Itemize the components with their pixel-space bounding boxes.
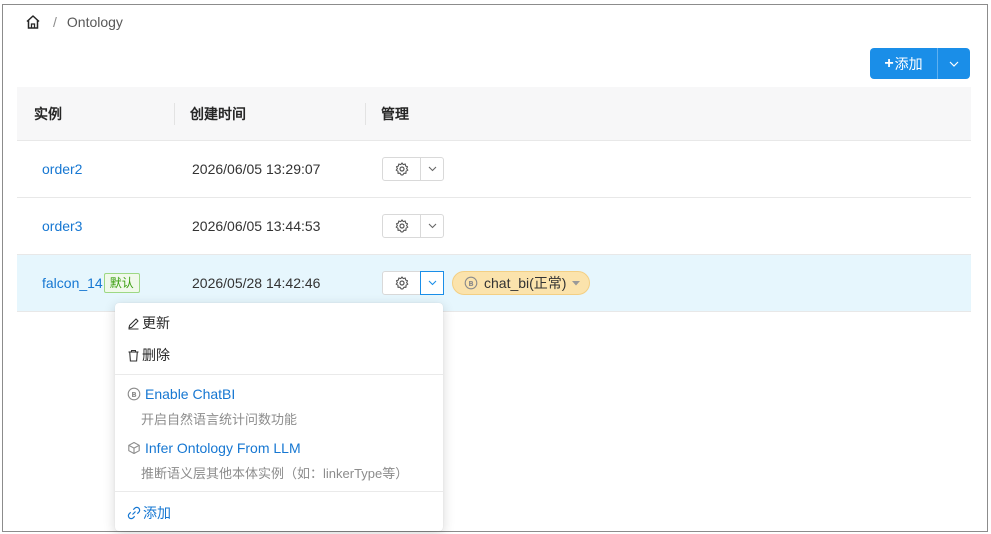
trash-icon — [128, 349, 139, 362]
chevron-down-icon — [428, 166, 436, 172]
menu-item-update[interactable]: 更新 — [127, 313, 170, 333]
manage-button-group — [382, 157, 444, 181]
add-button-group: + 添加 — [870, 48, 970, 79]
manage-dropdown-button[interactable] — [421, 215, 443, 237]
edit-icon — [128, 317, 139, 329]
breadcrumb: / Ontology — [25, 13, 123, 31]
created-time: 2026/06/05 13:29:07 — [192, 161, 321, 177]
created-time: 2026/05/28 14:42:46 — [192, 275, 321, 291]
cube-icon — [128, 441, 140, 455]
chatbi-icon: B — [464, 276, 478, 290]
column-divider — [174, 103, 175, 125]
created-time: 2026/06/05 13:44:53 — [192, 218, 321, 234]
caret-down-icon — [572, 280, 581, 285]
instance-link[interactable]: order2 — [42, 161, 82, 177]
page-frame: / Ontology + 添加 实例 创建时间 管理 order2 2026/0… — [2, 4, 988, 532]
gear-icon — [395, 276, 408, 290]
menu-item-update-label: 更新 — [142, 315, 170, 331]
breadcrumb-current: Ontology — [66, 14, 123, 30]
table-header: 实例 创建时间 管理 — [17, 87, 971, 141]
column-header-instance: 实例 — [34, 106, 62, 122]
chevron-down-icon — [428, 223, 436, 229]
chevron-down-icon — [949, 61, 959, 67]
settings-button[interactable] — [383, 215, 421, 237]
instance-link[interactable]: falcon_14 — [42, 275, 103, 291]
link-icon — [127, 506, 141, 520]
menu-item-delete-label: 删除 — [142, 347, 170, 363]
add-button[interactable]: + 添加 — [870, 48, 938, 79]
manage-dropdown-menu: 更新 删除 B Enable ChatBI 开启自然语言统计问数功能 Infer… — [115, 303, 443, 531]
settings-button[interactable] — [383, 272, 421, 294]
table-row: order3 2026/06/05 13:44:53 — [17, 198, 971, 255]
menu-item-infer-ontology[interactable]: Infer Ontology From LLM — [127, 440, 301, 456]
menu-item-add[interactable]: 添加 — [127, 503, 171, 523]
manage-dropdown-button[interactable] — [420, 271, 444, 295]
menu-divider — [115, 491, 443, 492]
svg-text:B: B — [131, 391, 136, 399]
manage-dropdown-button[interactable] — [421, 158, 443, 180]
instances-table: 实例 创建时间 管理 order2 2026/06/05 13:29:07 or… — [17, 87, 971, 312]
chatbi-status-tag[interactable]: B chat_bi(正常) — [452, 271, 591, 295]
home-icon[interactable] — [25, 14, 41, 30]
default-badge: 默认 — [103, 273, 140, 293]
menu-divider — [115, 374, 443, 375]
menu-item-enable-chatbi[interactable]: B Enable ChatBI — [127, 386, 235, 402]
add-button-label: 添加 — [894, 55, 923, 72]
breadcrumb-separator: / — [53, 14, 57, 30]
settings-button[interactable] — [383, 158, 421, 180]
menu-item-enable-chatbi-label: Enable ChatBI — [145, 386, 236, 402]
svg-text:B: B — [468, 280, 473, 288]
manage-button-group — [382, 271, 444, 295]
instance-link[interactable]: order3 — [42, 218, 82, 234]
manage-button-group — [382, 214, 444, 238]
chatbi-status-label: chat_bi(正常) — [484, 275, 567, 291]
column-header-created: 创建时间 — [190, 106, 246, 122]
chevron-down-icon — [428, 280, 436, 286]
menu-item-add-label: 添加 — [143, 505, 171, 521]
chatbi-icon: B — [127, 387, 141, 401]
table-row: order2 2026/06/05 13:29:07 — [17, 141, 971, 198]
menu-item-enable-chatbi-desc: 开启自然语言统计问数功能 — [141, 412, 298, 427]
plus-icon: + — [884, 54, 894, 72]
column-divider — [365, 103, 366, 125]
menu-item-delete[interactable]: 删除 — [127, 345, 170, 365]
menu-item-infer-ontology-desc: 推断语义层其他本体实例（如：linkerType等） — [141, 466, 409, 481]
gear-icon — [395, 219, 408, 233]
column-header-manage: 管理 — [381, 106, 409, 122]
gear-icon — [395, 162, 408, 176]
add-dropdown-button[interactable] — [938, 48, 970, 79]
menu-item-infer-ontology-label: Infer Ontology From LLM — [145, 440, 301, 456]
